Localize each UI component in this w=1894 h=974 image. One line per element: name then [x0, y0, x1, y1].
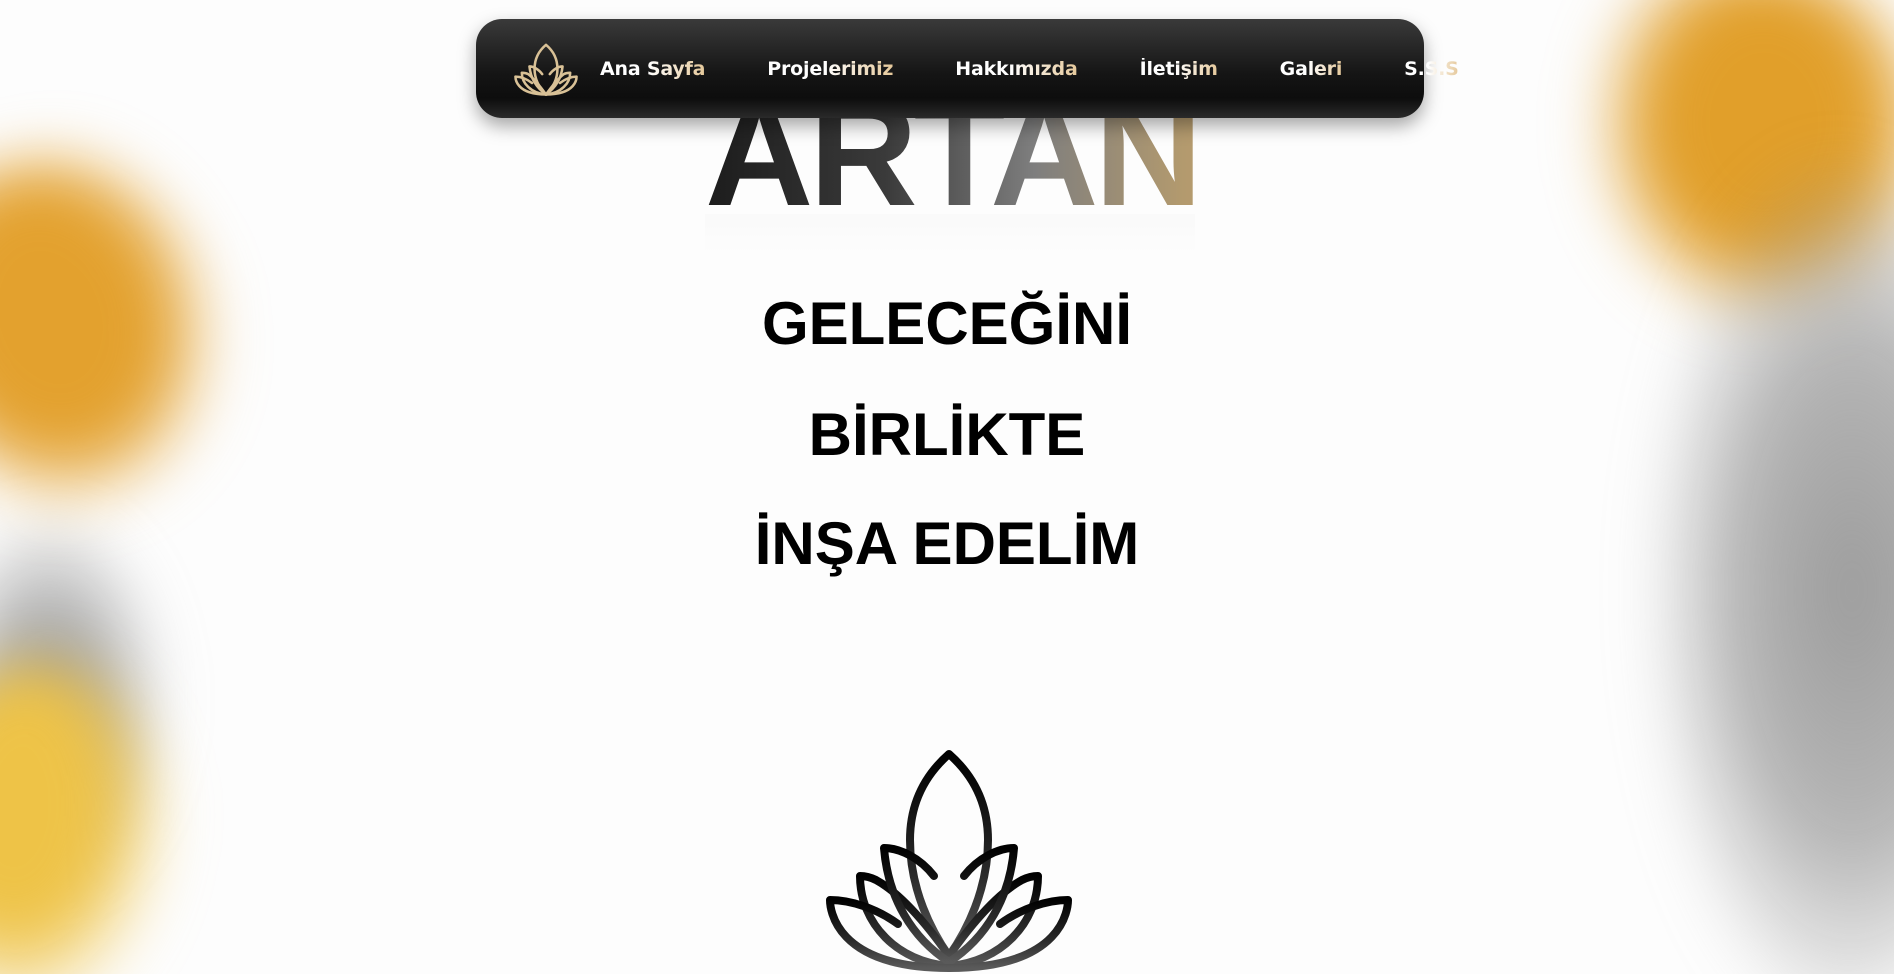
decorative-blob: [0, 520, 160, 880]
nav-link-gallery[interactable]: Galeri: [1280, 58, 1343, 80]
brand-heading-wrap: ARTAND: [705, 104, 1195, 254]
lotus-icon[interactable]: [514, 41, 578, 97]
page: Ana Sayfa Projelerimiz Hakkımızda İletiş…: [0, 0, 1894, 974]
lotus-icon: [824, 748, 1074, 974]
nav-link-faq[interactable]: S.S.S: [1404, 58, 1459, 80]
nav-link-home[interactable]: Ana Sayfa: [600, 58, 705, 80]
nav-link-contact[interactable]: İletişim: [1140, 58, 1218, 80]
nav-links: Ana Sayfa Projelerimiz Hakkımızda İletiş…: [600, 58, 1459, 80]
tagline-line-1: GELECEĞİNİ: [761, 290, 1133, 357]
nav-link-projects[interactable]: Projelerimiz: [767, 58, 893, 80]
decorative-blob: [0, 660, 170, 974]
tagline-line-2: BİRLİKTE: [808, 401, 1086, 468]
nav-link-about[interactable]: Hakkımızda: [955, 58, 1078, 80]
tagline-line-3: İNŞA EDELİM: [754, 510, 1140, 577]
brand-heading: ARTAND: [705, 104, 1195, 228]
brand-fade: [705, 214, 1195, 254]
decorative-blob: [1594, 0, 1894, 320]
top-navbar: Ana Sayfa Projelerimiz Hakkımızda İletiş…: [476, 19, 1459, 118]
